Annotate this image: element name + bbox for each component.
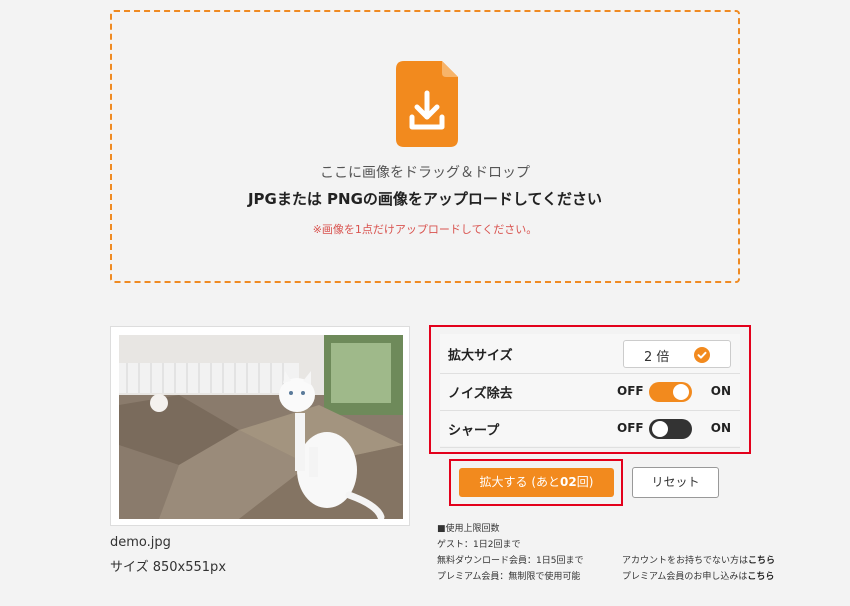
reset-button[interactable]: リセット [632,467,719,498]
premium-apply-link[interactable]: こちら [747,572,774,582]
upload-dropzone[interactable]: ここに画像をドラッグ＆ドロップ JPGまたは PNGの画像をアップロードしてくだ… [110,10,740,283]
usage-free-member: 無料ダウンロード会員：1日5回まで [437,556,584,566]
usage-premium-member: プレミアム会員：無制限で使用可能 [437,572,581,582]
enlarge-size-label: 拡大サイズ [448,348,513,363]
usage-guest: ゲスト：1日2回まで [437,540,521,550]
enlarge-label-prefix: 拡大する (あと [479,475,561,489]
sharpen-off-label: OFF [617,421,644,435]
noise-off-label: OFF [617,384,644,398]
no-account-text: アカウントをお持ちでない方は [622,556,749,566]
enlarge-size-select[interactable]: 2 倍 [623,340,731,368]
remaining-count: 02 [560,475,577,489]
enlarge-button[interactable]: 拡大する (あと02回) [459,468,614,497]
upload-note: ※画像を1点だけアップロードしてください。 [312,223,538,236]
noise-reduction-label: ノイズ除去 [448,386,513,402]
usage-title: ■使用上限回数 [437,524,500,534]
settings-panel: 拡大サイズ 2 倍 ノイズ除去 OFF ON シャープ OFF ON [429,325,751,454]
noise-reduction-row: ノイズ除去 OFF ON [440,374,740,411]
noise-reduction-toggle[interactable] [649,382,692,402]
preview-image [119,335,403,519]
upload-instruction: JPGまたは PNGの画像をアップロードしてください [247,190,603,208]
sharpen-label: シャープ [448,423,500,439]
enlarge-label-suffix: 回) [576,475,594,489]
toggle-knob [673,384,689,400]
file-name: demo.jpg [110,535,171,550]
sharpen-on-label: ON [710,421,731,435]
enlarge-size-value: 2 倍 [644,350,670,365]
noise-on-label: ON [710,384,731,398]
register-link[interactable]: こちら [748,556,775,566]
toggle-knob [652,421,668,437]
file-dimensions: サイズ 850x551px [110,560,227,575]
usage-limits: ■使用上限回数 ゲスト：1日2回まで 無料ダウンロード会員：1日5回まで アカウ… [437,521,775,585]
enlarge-button-highlight: 拡大する (あと02回) [449,459,623,506]
sharpen-toggle[interactable] [649,419,692,439]
check-circle-icon [694,347,710,363]
image-preview-card [110,326,410,526]
premium-apply-text: プレミアム会員のお申し込みは [622,572,748,582]
download-file-icon [396,61,458,147]
sharpen-row: シャープ OFF ON [440,411,740,448]
drag-drop-text: ここに画像をドラッグ＆ドロップ [320,165,530,181]
enlarge-size-row: 拡大サイズ 2 倍 [440,334,740,374]
